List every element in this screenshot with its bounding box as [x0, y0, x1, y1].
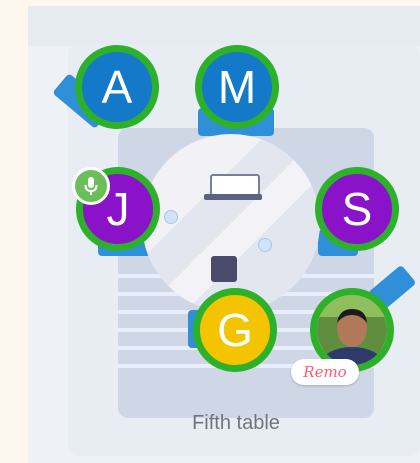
seat-g-avatar[interactable]: G [193, 288, 277, 372]
table-dot-left [164, 210, 178, 224]
seat-a-avatar[interactable]: A [75, 45, 159, 129]
seat-j-initial: J [106, 183, 130, 235]
table-name-label: Fifth table [192, 412, 280, 434]
seat-m-avatar[interactable]: M [195, 45, 279, 129]
microphone-icon [72, 167, 110, 205]
remo-logo-text: Remo [303, 363, 347, 381]
seat-g-initial: G [217, 304, 253, 356]
laptop-icon [204, 174, 262, 200]
box-icon [211, 256, 237, 282]
seat-s-avatar[interactable]: S [315, 167, 399, 251]
seat-s-initial: S [341, 183, 373, 235]
seat-a-initial: A [101, 61, 133, 113]
remo-logo-badge: Remo [291, 359, 359, 385]
table-dot-right [258, 238, 272, 252]
seat-m-initial: M [217, 61, 257, 113]
panel-header [28, 6, 420, 46]
